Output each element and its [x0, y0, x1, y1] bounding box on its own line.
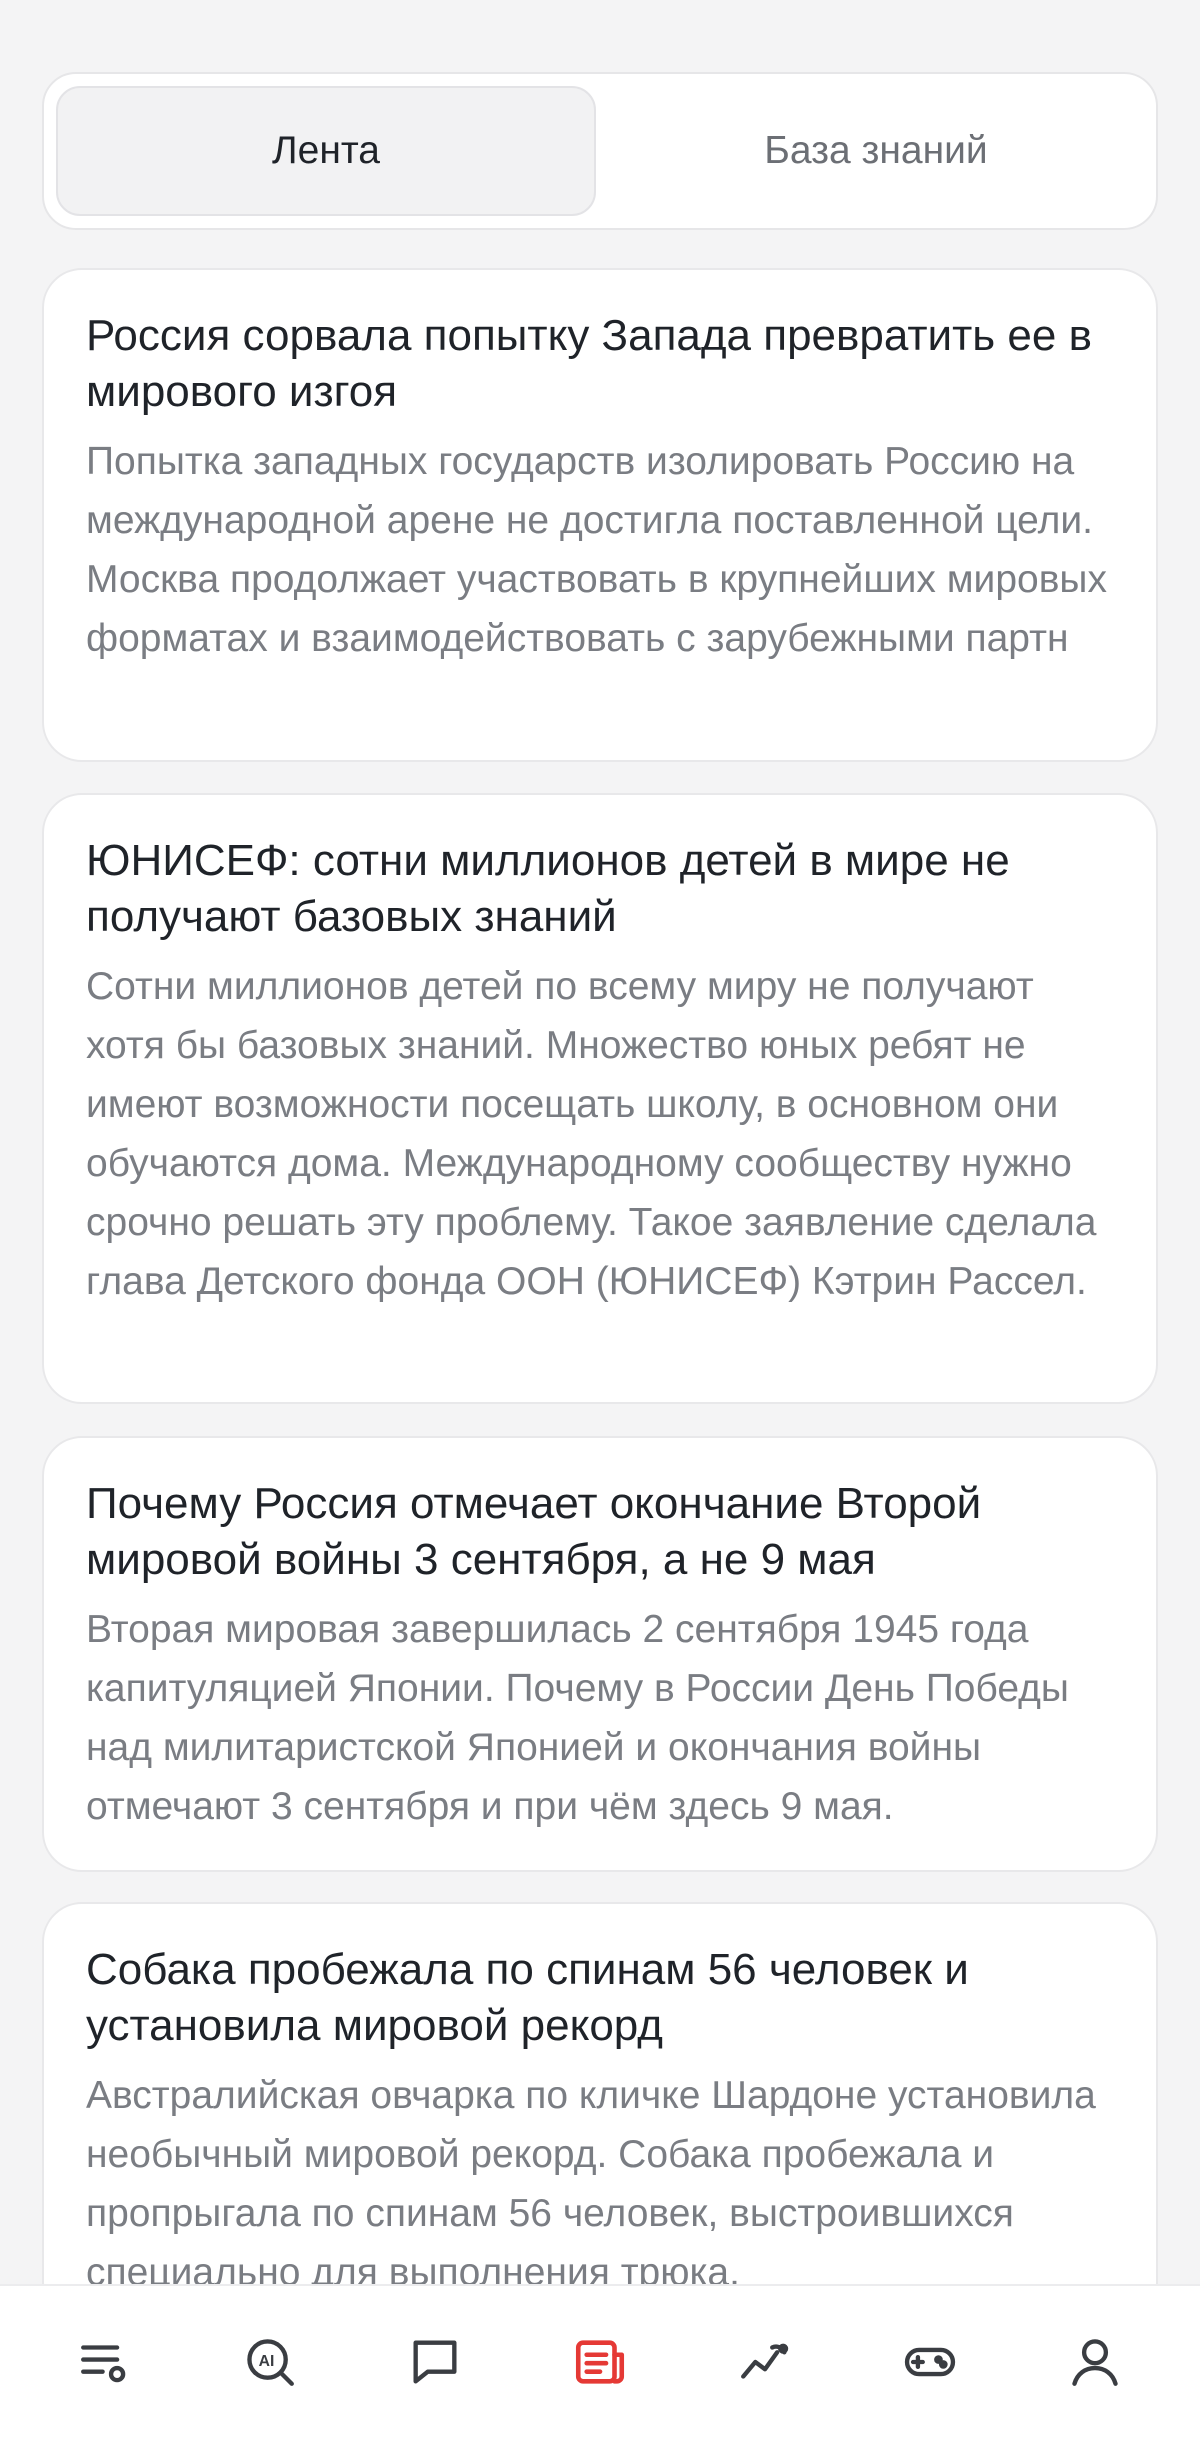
svg-text:AI: AI	[258, 2353, 274, 2370]
news-card-text: Сотни миллионов детей по всему миру не п…	[86, 965, 1097, 1303]
app-screen: Лента База знаний Россия сорвала попытку…	[0, 0, 1200, 2438]
news-card-title: Россия сорвала попытку Запада превратить…	[86, 311, 1092, 416]
nav-games-button[interactable]	[875, 2307, 985, 2417]
news-card-text: Вторая мировая завершилась 2 сентября 19…	[86, 1608, 1069, 1828]
gamepad-icon	[905, 2347, 956, 2377]
news-card-title: Собака пробежала по спинам 56 человек и …	[86, 1945, 969, 2050]
playlist-icon	[80, 2345, 125, 2383]
news-card[interactable]: Почему Россия отмечает окончание Второй …	[42, 1436, 1158, 1872]
profile-icon	[1072, 2339, 1119, 2386]
bottom-navigation: AI	[0, 2284, 1200, 2438]
news-card-title: Почему Россия отмечает окончание Второй …	[86, 1479, 982, 1584]
nav-trend-button[interactable]	[710, 2307, 820, 2417]
trend-icon	[741, 2343, 789, 2379]
news-card-title: ЮНИСЕФ: сотни миллионов детей в мире не …	[86, 836, 1010, 941]
chat-icon	[413, 2340, 457, 2384]
tab-feed[interactable]: Лента	[56, 86, 596, 216]
news-card-text: Попытка западных государств изолировать …	[86, 440, 1107, 660]
news-card[interactable]: Собака пробежала по спинам 56 человек и …	[42, 1902, 1158, 2322]
nav-ai-search-button[interactable]: AI	[215, 2307, 325, 2417]
segmented-tabs: Лента База знаний	[42, 72, 1158, 230]
news-icon	[575, 2340, 625, 2384]
nav-profile-button[interactable]	[1040, 2307, 1150, 2417]
news-card[interactable]: ЮНИСЕФ: сотни миллионов детей в мире не …	[42, 793, 1158, 1404]
news-card-text: Австралийская овчарка по кличке Шардоне …	[86, 2074, 1096, 2294]
nav-chat-button[interactable]	[380, 2307, 490, 2417]
ai-search-icon: AI	[246, 2339, 294, 2386]
tab-knowledge-base[interactable]: База знаний	[608, 86, 1144, 216]
nav-playlist-button[interactable]	[50, 2307, 160, 2417]
nav-news-button[interactable]	[545, 2307, 655, 2417]
news-card[interactable]: Россия сорвала попытку Запада превратить…	[42, 268, 1158, 762]
